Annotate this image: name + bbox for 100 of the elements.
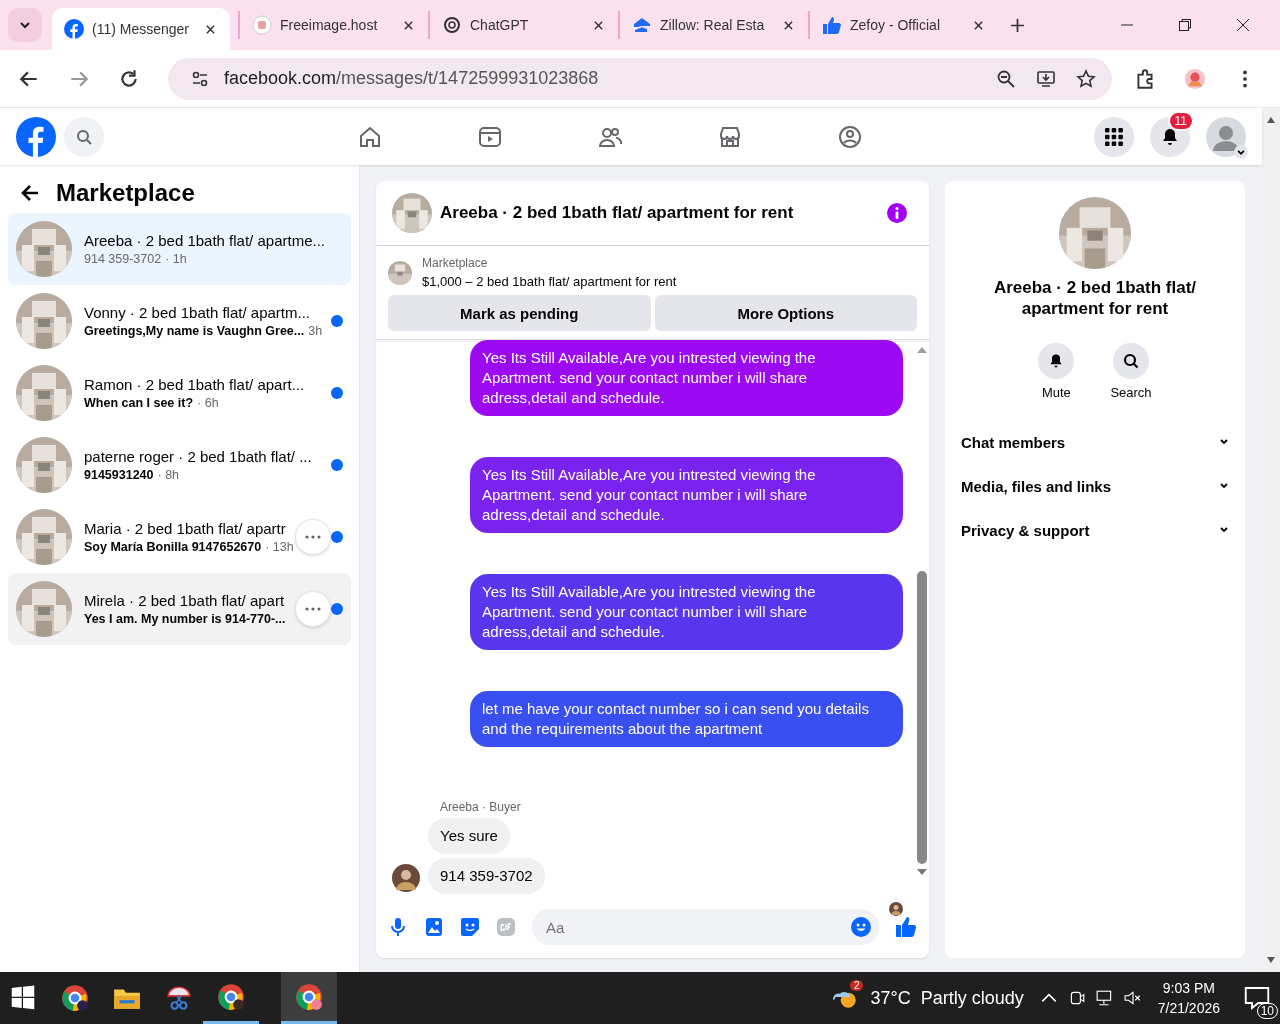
scroll-down-icon[interactable]: [1266, 956, 1276, 964]
conversation-item[interactable]: Ramon · 2 bed 1bath flat/ apart... When can I see it? · 6h: [8, 357, 351, 429]
scrollbar[interactable]: [1262, 108, 1280, 972]
info-icon[interactable]: [887, 203, 907, 223]
close-icon[interactable]: [973, 19, 984, 31]
scroll-up-icon[interactable]: [1266, 116, 1276, 124]
facebook-icon: [64, 19, 84, 39]
install-icon[interactable]: [1036, 68, 1056, 89]
restore-icon[interactable]: [1178, 18, 1192, 32]
browser-tab[interactable]: ChatGPT: [428, 11, 618, 39]
thumbs-up-icon: [822, 15, 842, 35]
house-icon: [632, 15, 652, 35]
message-preview: 914 359-3702: [84, 252, 162, 266]
url-text: facebook.com/messages/t/1472599931023868: [224, 68, 599, 89]
tab-search-button[interactable]: [8, 8, 42, 42]
caret-icon[interactable]: [1234, 144, 1248, 159]
star-icon[interactable]: [1076, 68, 1096, 89]
browser-tab[interactable]: (11) Messenger: [52, 8, 230, 50]
details-section[interactable]: Chat members: [961, 433, 1066, 451]
close-icon[interactable]: [593, 19, 604, 31]
conversation-name: Areeba · 2 bed 1bath flat/ apartme...: [84, 232, 326, 249]
sender-label: Areeba · Buyer: [440, 800, 522, 814]
scrollbar-thumb[interactable]: [917, 570, 927, 864]
conversation-item[interactable]: paterne roger · 2 bed 1bath flat/ ... 9145931240 · 8h: [8, 429, 351, 501]
thumbs-up-icon[interactable]: [895, 916, 917, 938]
browser-tab[interactable]: Zefoy - Official: [808, 11, 998, 39]
search-icon: [76, 128, 92, 145]
notification-count: 11: [1167, 110, 1194, 131]
facebook-logo[interactable]: [16, 116, 56, 157]
zoom-out-icon[interactable]: [996, 68, 1016, 89]
emoji-icon[interactable]: [851, 917, 871, 937]
conversation-item[interactable]: Areeba · 2 bed 1bath flat/ apartme... 914 359-3702 · 1h: [8, 213, 351, 285]
scroll-down-icon[interactable]: [916, 868, 928, 876]
listing-button[interactable]: Mark as pending: [388, 295, 651, 331]
details-section[interactable]: Media, files and links: [961, 477, 1112, 495]
chat-title: Areeba · 2 bed 1bath flat/ apartment for rent: [440, 203, 795, 223]
message-preview: 9145931240: [84, 468, 154, 482]
address-bar[interactable]: facebook.com/messages/t/1472599931023868: [168, 57, 1112, 100]
listing-button[interactable]: More Options: [654, 295, 917, 331]
tab-title: (11) Messenger: [92, 21, 190, 37]
sent-message: Yes Its Still Available,Are you intrested viewing the Apartment. send your contact number i will share adress,detail and schedule.: [470, 340, 903, 416]
menu-button[interactable]: [1094, 116, 1134, 157]
close-icon[interactable]: [403, 19, 414, 31]
received-message: 914 359-3702: [428, 858, 545, 894]
knot-icon: [442, 15, 462, 35]
message-preview: Soy María Bonilla 9147652670: [84, 540, 262, 554]
close-icon[interactable]: [205, 23, 216, 35]
sidebar-title: Marketplace: [56, 179, 195, 207]
conversation-name: paterne roger · 2 bed 1bath flat/ ...: [84, 448, 313, 465]
browser-icon: [216, 981, 246, 1012]
photo-icon[interactable]: [424, 917, 444, 937]
temperature: 37°C: [870, 987, 911, 1009]
close-icon[interactable]: [1236, 18, 1250, 32]
tab-title: ChatGPT: [470, 17, 530, 33]
message-time: 3h: [308, 324, 323, 338]
listing-title: $1,000 – 2 bed 1bath flat/ apartment for rent: [422, 274, 677, 289]
weather-badge: 2: [849, 980, 864, 991]
browser-tab[interactable]: Freeimage.host: [238, 11, 428, 39]
details-section[interactable]: Privacy & support: [961, 521, 1090, 539]
sticker-icon[interactable]: [460, 917, 480, 937]
grid-icon: [1104, 126, 1124, 147]
message-field[interactable]: Aa: [532, 909, 879, 945]
taskbar-button[interactable]: [281, 972, 337, 1024]
conversation-name: Vonny · 2 bed 1bath flat/ apartm...: [84, 304, 311, 321]
bell-icon: [1160, 126, 1180, 147]
sent-message: let me have your contact number so i can send you details and the requirements about the apartment: [470, 691, 903, 747]
network-icon[interactable]: [1095, 989, 1114, 1007]
conversation-item[interactable]: Mirela · 2 bed 1bath flat/ apart Yes I am. My number is 914-770-...: [8, 573, 351, 645]
browser-tab[interactable]: Zillow: Real Esta: [618, 11, 808, 39]
notification-count: 10: [1256, 1003, 1278, 1019]
details-title: Areeba · 2 bed 1bath flat/ apartment for rent: [992, 277, 1198, 319]
clock-time: 9:03 PM: [1162, 980, 1215, 996]
back-icon[interactable]: [20, 183, 40, 203]
close-icon[interactable]: [783, 19, 794, 31]
browser-icon: [294, 981, 324, 1012]
tab-title: Zillow: Real Esta: [660, 17, 766, 33]
mute-icon[interactable]: [1123, 989, 1142, 1007]
chevron-down-icon[interactable]: [1219, 482, 1229, 490]
new-tab-icon[interactable]: [1010, 17, 1025, 33]
video-icon[interactable]: [478, 124, 502, 149]
conversation-name: Mirela · 2 bed 1bath flat/ apart: [84, 592, 286, 609]
browser-icon[interactable]: [60, 983, 90, 1013]
tab-title: Freeimage.host: [280, 17, 379, 33]
clock-date: 7/21/2026: [1157, 1000, 1220, 1016]
image-icon: [252, 15, 272, 35]
message-time: · 8h: [157, 468, 180, 482]
chevron-down-icon[interactable]: [1219, 526, 1229, 534]
message-time: · 6h: [197, 396, 219, 410]
message-time: · 1h: [165, 252, 187, 266]
search-button[interactable]: [1113, 343, 1149, 379]
home-icon[interactable]: [358, 124, 382, 149]
microphone-icon[interactable]: [388, 917, 408, 937]
shop-icon[interactable]: [718, 124, 742, 149]
text-input[interactable]: Aa: [544, 917, 851, 937]
more-icon: [305, 535, 321, 539]
conversation-item[interactable]: Maria · 2 bed 1bath flat/ apartr Soy María Bonilla 9147652670 · 13h: [8, 501, 351, 573]
mute-button[interactable]: [1038, 343, 1075, 379]
gaming-icon[interactable]: [838, 124, 862, 149]
conversation-item[interactable]: Vonny · 2 bed 1bath flat/ apartm... Greetings,My name is Vaughn Gree... 3h: [8, 285, 351, 357]
chevron-down-icon[interactable]: [1219, 438, 1229, 446]
